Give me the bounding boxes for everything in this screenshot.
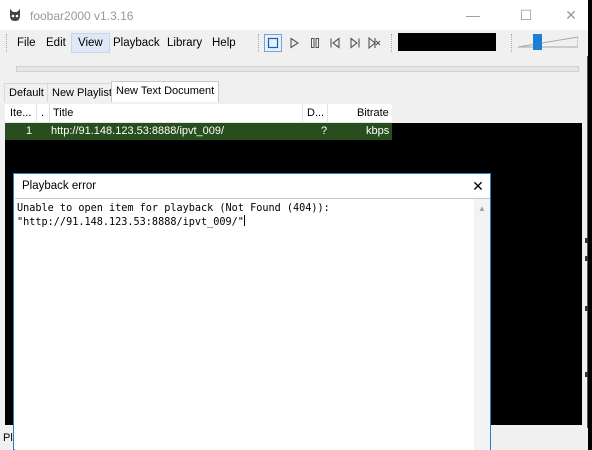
table-row[interactable]: 1 http://91.148.123.53:8888/ipvt_009/ ? …: [5, 123, 392, 140]
dialog-title-bar[interactable]: Playback error ✕: [14, 174, 490, 197]
dialog-scrollbar[interactable]: ▲: [474, 199, 490, 450]
random-icon[interactable]: [365, 34, 383, 52]
stop-icon[interactable]: [264, 34, 282, 52]
column-bitrate[interactable]: Bitrate: [357, 104, 389, 123]
maximize-button[interactable]: ☐: [503, 0, 549, 30]
background-window-fragment: [585, 256, 588, 261]
column-divider[interactable]: [327, 104, 328, 123]
column-divider[interactable]: [49, 104, 50, 123]
window-title: foobar2000 v1.3.16: [30, 9, 134, 23]
toolbar-grip[interactable]: [6, 34, 8, 52]
menu-edit[interactable]: Edit: [40, 33, 72, 53]
menu-help[interactable]: Help: [206, 33, 242, 53]
row-bitrate: kbps: [366, 125, 390, 137]
column-title[interactable]: Title: [53, 104, 253, 123]
next-icon[interactable]: [346, 34, 364, 52]
volume-slider[interactable]: [518, 36, 578, 48]
toolbar-grip[interactable]: [391, 34, 393, 52]
playback-error-dialog: Playback error ✕ Unable to open item for…: [13, 173, 491, 450]
playlist-header: Ite... . Title D... Bitrate: [5, 104, 392, 123]
tab-new-text-document[interactable]: New Text Document: [111, 81, 220, 102]
title-bar[interactable]: foobar2000 v1.3.16 — ☐ ✕: [0, 0, 588, 30]
background-window-fragment: [585, 238, 588, 243]
error-line-1: Unable to open item for playback (Not Fo…: [17, 203, 330, 214]
pause-icon[interactable]: [306, 34, 324, 52]
error-message-textarea[interactable]: Unable to open item for playback (Not Fo…: [15, 198, 490, 450]
previous-icon[interactable]: [326, 34, 344, 52]
error-message: Unable to open item for playback (Not Fo…: [17, 203, 330, 229]
menu-playback[interactable]: Playback: [107, 33, 166, 53]
foobar-app-icon: [10, 9, 20, 21]
close-button[interactable]: ✕: [548, 0, 592, 30]
seek-bar[interactable]: [16, 66, 579, 72]
row-title: http://91.148.123.53:8888/ipvt_009/: [51, 125, 225, 137]
volume-slider-thumb[interactable]: [533, 34, 542, 50]
menu-file[interactable]: File: [11, 33, 42, 53]
dialog-title: Playback error: [22, 180, 97, 192]
toolbar-grip[interactable]: [511, 34, 513, 52]
visualization-panel: [398, 33, 496, 51]
tab-default[interactable]: Default: [4, 83, 49, 102]
column-dot[interactable]: .: [41, 104, 49, 123]
row-item-number: 1: [26, 125, 33, 137]
column-item[interactable]: Ite...: [10, 104, 36, 123]
tab-new-playlist[interactable]: New Playlist: [47, 83, 117, 102]
toolbar-grip[interactable]: [258, 34, 260, 52]
column-divider[interactable]: [302, 104, 303, 123]
minimize-button[interactable]: —: [450, 0, 496, 30]
error-line-2: "http://91.148.123.53:8888/ipvt_009/": [17, 217, 244, 228]
row-duration: ?: [321, 125, 328, 137]
status-text: Pl: [3, 432, 13, 444]
background-window-fragment: [585, 306, 588, 311]
play-icon[interactable]: [285, 34, 303, 52]
dialog-close-button[interactable]: ✕: [469, 177, 487, 195]
column-duration[interactable]: D...: [307, 104, 327, 123]
menu-library[interactable]: Library: [161, 33, 208, 53]
scroll-up-icon[interactable]: ▲: [474, 201, 490, 215]
menu-view[interactable]: View: [71, 33, 110, 53]
background-window-fragment: [585, 372, 588, 377]
text-caret: [243, 215, 245, 226]
column-divider[interactable]: [36, 104, 37, 123]
